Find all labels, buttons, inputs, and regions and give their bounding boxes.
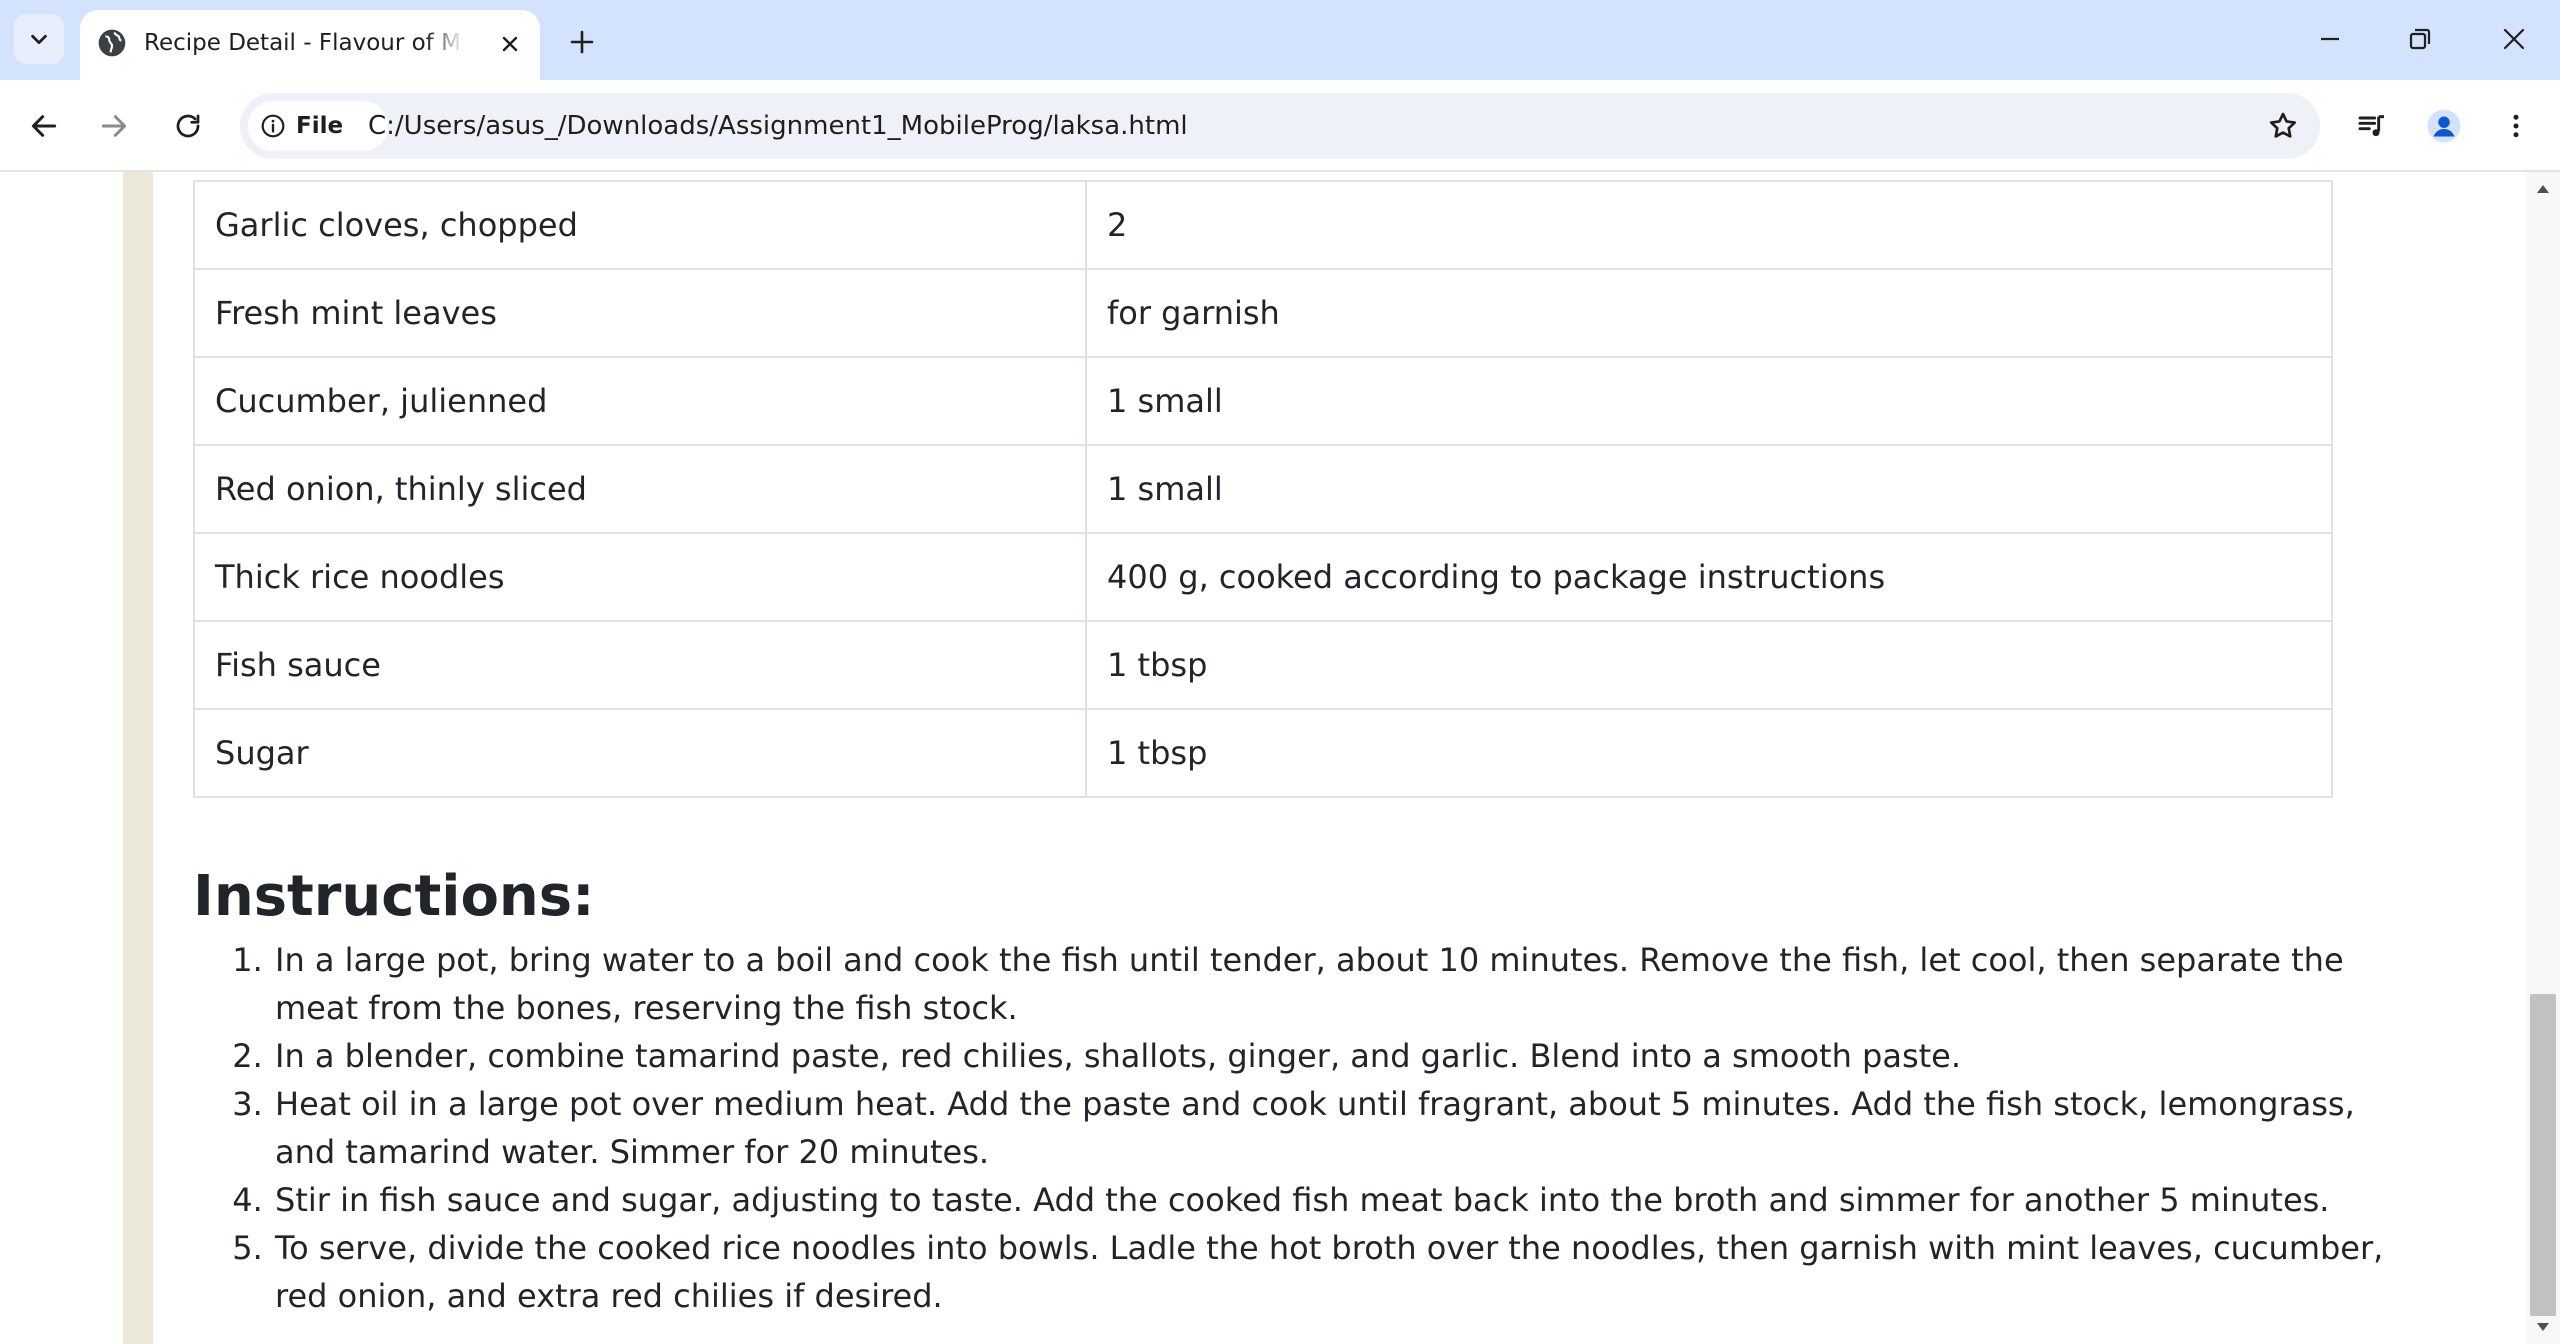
- star-icon: [2269, 112, 2297, 138]
- ingredient-amount: for garnish: [1085, 268, 2333, 358]
- tab-close-button[interactable]: [490, 24, 530, 64]
- scroll-up-button[interactable]: [2526, 176, 2560, 202]
- ingredient-name: Fresh mint leaves: [193, 268, 1087, 358]
- ingredient-name: Cucumber, julienned: [193, 356, 1087, 446]
- table-row: Sugar 1 tbsp: [193, 708, 2333, 798]
- ingredient-name: Thick rice noodles: [193, 532, 1087, 622]
- page-viewport: Garlic cloves, chopped 2 Fresh mint leav…: [0, 172, 2526, 1344]
- back-button[interactable]: [18, 100, 70, 152]
- table-row: Fish sauce 1 tbsp: [193, 620, 2333, 710]
- browser-toolbar: File C:/Users/asus_/Downloads/Assignment…: [0, 80, 2560, 172]
- vertical-scrollbar[interactable]: [2526, 172, 2560, 1344]
- menu-button[interactable]: [2490, 100, 2542, 152]
- ingredient-amount: 2: [1085, 180, 2333, 270]
- table-row: Garlic cloves, chopped 2: [193, 180, 2333, 270]
- table-row: Red onion, thinly sliced 1 small: [193, 444, 2333, 534]
- chevron-down-icon: [31, 34, 47, 45]
- triangle-up-icon: [2537, 185, 2549, 193]
- reload-icon: [176, 114, 200, 138]
- restore-button[interactable]: [2390, 14, 2450, 64]
- site-info-chip[interactable]: File: [248, 101, 388, 151]
- media-queue-icon: [2358, 115, 2384, 137]
- instruction-step: In a blender, combine tamarind paste, re…: [273, 1032, 2423, 1080]
- instructions-list: In a large pot, bring water to a boil an…: [193, 936, 2423, 1320]
- new-tab-button[interactable]: [560, 20, 604, 64]
- ingredient-amount: 1 small: [1085, 444, 2333, 534]
- globe-icon: [98, 29, 126, 57]
- instructions-heading: Instructions:: [193, 864, 595, 929]
- close-window-button[interactable]: [2484, 14, 2544, 64]
- ingredient-amount: 1 tbsp: [1085, 708, 2333, 798]
- close-icon: [2503, 28, 2525, 50]
- close-icon: [502, 36, 518, 52]
- instruction-step: To serve, divide the cooked rice noodles…: [273, 1224, 2423, 1320]
- instruction-step: Stir in fish sauce and sugar, adjusting …: [273, 1176, 2423, 1224]
- instruction-step: In a large pot, bring water to a boil an…: [273, 936, 2423, 1032]
- ingredient-amount: 1 small: [1085, 356, 2333, 446]
- restore-icon: [2409, 28, 2431, 50]
- ingredient-name: Sugar: [193, 708, 1087, 798]
- tab-search-button[interactable]: [14, 14, 64, 64]
- url-text[interactable]: C:/Users/asus_/Downloads/Assignment1_Mob…: [368, 93, 1188, 159]
- address-bar[interactable]: File C:/Users/asus_/Downloads/Assignment…: [240, 93, 2320, 159]
- ingredient-amount: 1 tbsp: [1085, 620, 2333, 710]
- minimize-icon: [2321, 37, 2339, 41]
- page-side-border-left: [123, 172, 153, 1344]
- instruction-step: Heat oil in a large pot over medium heat…: [273, 1080, 2423, 1176]
- triangle-down-icon: [2537, 1323, 2549, 1331]
- scroll-down-button[interactable]: [2526, 1314, 2560, 1340]
- reload-button[interactable]: [162, 100, 214, 152]
- recipe-card: Garlic cloves, chopped 2 Fresh mint leav…: [153, 172, 2401, 1344]
- profile-button[interactable]: [2418, 100, 2470, 152]
- arrow-left-icon: [31, 115, 57, 137]
- ingredient-name: Red onion, thinly sliced: [193, 444, 1087, 534]
- ingredients-table: Garlic cloves, chopped 2 Fresh mint leav…: [193, 180, 2333, 798]
- ingredient-name: Garlic cloves, chopped: [193, 180, 1087, 270]
- media-controls-button[interactable]: [2346, 100, 2398, 152]
- avatar-icon: [2427, 109, 2461, 143]
- active-tab[interactable]: Recipe Detail - Flavour of Malaysia: [80, 10, 540, 80]
- tab-strip: Recipe Detail - Flavour of Malaysia: [0, 0, 2560, 80]
- tab-title: Recipe Detail - Flavour of Malaysia: [144, 30, 464, 56]
- site-info-label: File: [296, 113, 344, 139]
- table-row: Fresh mint leaves for garnish: [193, 268, 2333, 358]
- arrow-right-icon: [101, 115, 127, 137]
- more-vertical-icon: [2513, 114, 2519, 138]
- info-icon: [261, 114, 285, 138]
- scrollbar-thumb[interactable]: [2530, 994, 2556, 1316]
- plus-icon: [570, 30, 594, 54]
- table-row: Thick rice noodles 400 g, cooked accordi…: [193, 532, 2333, 622]
- minimize-button[interactable]: [2300, 14, 2360, 64]
- table-row: Cucumber, julienned 1 small: [193, 356, 2333, 446]
- ingredient-name: Fish sauce: [193, 620, 1087, 710]
- forward-button[interactable]: [88, 100, 140, 152]
- bookmark-button[interactable]: [2258, 101, 2308, 151]
- ingredient-amount: 400 g, cooked according to package instr…: [1085, 532, 2333, 622]
